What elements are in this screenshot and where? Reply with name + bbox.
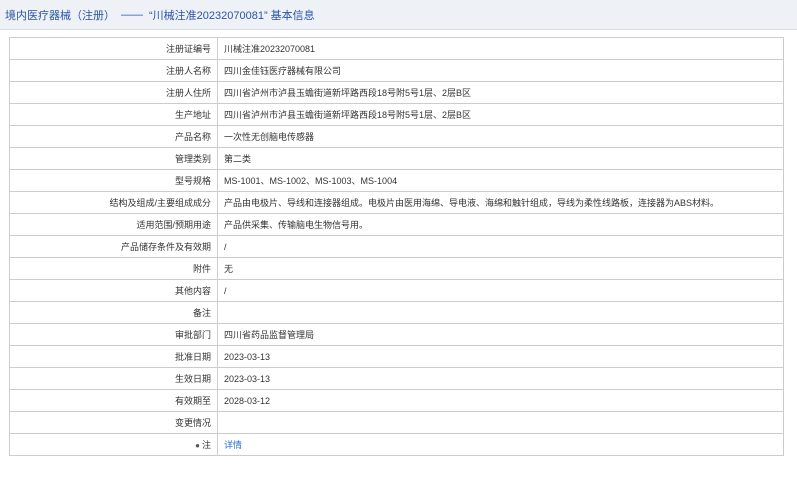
- row-value: 2023-03-13: [217, 345, 784, 368]
- row-value: 2028-03-12: [217, 389, 784, 412]
- table-row: 批准日期 2023-03-13: [9, 345, 784, 368]
- row-label: 注册证编号: [9, 37, 218, 60]
- table-row: 注册人名称 四川金佳钰医疗器械有限公司: [9, 59, 784, 82]
- table-row: 有效期至 2028-03-12: [9, 389, 784, 412]
- header-category: 境内医疗器械（注册）: [5, 9, 115, 22]
- row-label: 批准日期: [9, 345, 218, 368]
- row-value: 四川省药品监督管理局: [217, 323, 784, 346]
- row-label: 变更情况: [9, 411, 218, 434]
- info-table: 注册证编号 川械注准20232070081 注册人名称 四川金佳钰医疗器械有限公司 注册…: [9, 37, 784, 456]
- row-value: 四川金佳钰医疗器械有限公司: [217, 59, 784, 82]
- row-value: 第二类: [217, 147, 784, 170]
- table-row: 生产地址 四川省泸州市泸县玉蟾街道新坪路西段18号附5号1层、2层B区: [9, 103, 784, 126]
- row-value: 四川省泸州市泸县玉蟾街道新坪路西段18号附5号1层、2层B区: [217, 81, 784, 104]
- row-value: 四川省泸州市泸县玉蟾街道新坪路西段18号附5号1层、2层B区: [217, 103, 784, 126]
- row-label: 备注: [9, 301, 218, 324]
- row-value: [217, 301, 784, 324]
- info-table-wrapper: 注册证编号 川械注准20232070081 注册人名称 四川金佳钰医疗器械有限公司 注册…: [9, 37, 784, 456]
- row-label: 生产地址: [9, 103, 218, 126]
- row-label-note: ● 注: [9, 433, 218, 456]
- table-row: 注册证编号 川械注准20232070081: [9, 37, 784, 60]
- row-value: 一次性无创脑电传感器: [217, 125, 784, 148]
- row-label: 产品名称: [9, 125, 218, 148]
- row-value: MS-1001、MS-1002、MS-1003、MS-1004: [217, 169, 784, 192]
- row-value: [217, 411, 784, 434]
- table-row: 注册人住所 四川省泸州市泸县玉蟾街道新坪路西段18号附5号1层、2层B区: [9, 81, 784, 104]
- row-label: 有效期至: [9, 389, 218, 412]
- row-value: 产品由电极片、导线和连接器组成。电极片由医用海绵、导电液、海绵和触针组成，导线为…: [217, 191, 784, 214]
- info-icon: ●: [195, 441, 200, 450]
- table-row: 备注: [9, 301, 784, 324]
- row-label: 产品储存条件及有效期: [9, 235, 218, 258]
- row-label: 注册人住所: [9, 81, 218, 104]
- row-value-note: 详情: [217, 433, 784, 456]
- row-label: 附件: [9, 257, 218, 280]
- table-row: 适用范围/预期用途 产品供采集、传输脑电生物信号用。: [9, 213, 784, 236]
- row-label: 其他内容: [9, 279, 218, 302]
- table-row: 产品名称 一次性无创脑电传感器: [9, 125, 784, 148]
- row-label: 管理类别: [9, 147, 218, 170]
- header-title: “川械注准20232070081” 基本信息: [149, 9, 315, 22]
- table-row: 生效日期 2023-03-13: [9, 367, 784, 390]
- table-row: 其他内容 /: [9, 279, 784, 302]
- row-label: 结构及组成/主要组成成分: [9, 191, 218, 214]
- page-header: 境内医疗器械（注册） —— “川械注准20232070081” 基本信息: [0, 0, 797, 30]
- details-link[interactable]: 详情: [224, 440, 242, 450]
- note-label: 注: [201, 440, 211, 450]
- table-row: 结构及组成/主要组成成分 产品由电极片、导线和连接器组成。电极片由医用海绵、导电液…: [9, 191, 784, 214]
- row-label: 型号规格: [9, 169, 218, 192]
- row-value: /: [217, 235, 784, 258]
- table-row: 审批部门 四川省药品监督管理局: [9, 323, 784, 346]
- table-row: 产品储存条件及有效期 /: [9, 235, 784, 258]
- row-value: 2023-03-13: [217, 367, 784, 390]
- row-value: 川械注准20232070081: [217, 37, 784, 60]
- table-row: 型号规格 MS-1001、MS-1002、MS-1003、MS-1004: [9, 169, 784, 192]
- row-value: /: [217, 279, 784, 302]
- row-value: 产品供采集、传输脑电生物信号用。: [217, 213, 784, 236]
- row-label: 生效日期: [9, 367, 218, 390]
- row-label: 注册人名称: [9, 59, 218, 82]
- table-row: 附件无: [9, 257, 784, 280]
- table-row: 变更情况: [9, 411, 784, 434]
- row-label: 适用范围/预期用途: [9, 213, 218, 236]
- table-row-note: ● 注详情: [9, 433, 784, 456]
- row-value: 无: [217, 257, 784, 280]
- row-label: 审批部门: [9, 323, 218, 346]
- table-row: 管理类别 第二类: [9, 147, 784, 170]
- header-separator: ——: [121, 8, 143, 21]
